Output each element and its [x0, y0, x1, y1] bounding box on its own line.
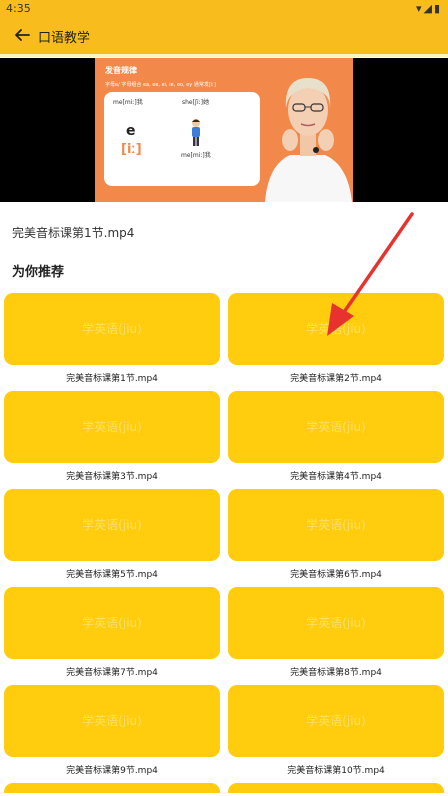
tile-caption[interactable]: 完美音标课第10节.mp4 [228, 763, 444, 776]
teacher-figure [265, 78, 352, 202]
current-file-name: 完美音标课第1节.mp4 [12, 226, 135, 240]
video-tile[interactable] [4, 783, 220, 793]
tile-caption[interactable]: 完美音标课第5节.mp4 [4, 567, 220, 580]
video-tile[interactable]: 学英语(jiu) [4, 489, 220, 561]
signal-icon: ◢ [423, 2, 434, 15]
slide-letter: e [126, 123, 136, 139]
video-tile[interactable]: 学英语(jiu) [228, 391, 444, 463]
slide-word-she: she[ʃiː]她 [182, 99, 210, 106]
tile-watermark: 学英语(jiu) [306, 518, 366, 532]
tile-caption[interactable]: 完美音标课第8节.mp4 [228, 665, 444, 678]
slide-card: me[miː]我 she[ʃiː]她 e [iː] me[miː]我 [104, 92, 260, 186]
tile-caption[interactable]: 完美音标课第2节.mp4 [228, 371, 444, 384]
slide-word-me: me[miː]我 [113, 99, 143, 106]
tile-watermark: 学英语(jiu) [82, 518, 142, 532]
video-player[interactable]: 发音规律 字母e/ 字母组合 ea, ee, ei, ie, eo, ey 通常… [0, 58, 448, 202]
tile-watermark: 学英语(jiu) [306, 322, 366, 336]
slide-subtitle: 字母e/ 字母组合 ea, ee, ei, ie, eo, ey 通常发[iː] [105, 82, 216, 88]
back-arrow-icon[interactable] [12, 25, 32, 45]
video-tile[interactable]: 学英语(jiu) [4, 587, 220, 659]
status-icons: ▾◢▮ [416, 2, 442, 15]
tile-watermark: 学英语(jiu) [306, 616, 366, 630]
video-tile[interactable]: 学英语(jiu) [228, 685, 444, 757]
video-tile[interactable]: 学英语(jiu) [4, 685, 220, 757]
tile-caption[interactable]: 完美音标课第3节.mp4 [4, 469, 220, 482]
tile-caption[interactable]: 完美音标课第1节.mp4 [4, 371, 220, 384]
page-title: 口语教学 [38, 31, 91, 46]
recommend-title: 为你推荐 [12, 265, 65, 280]
status-bar: 4:35 ▾◢▮ [0, 0, 448, 18]
tile-watermark: 学英语(jiu) [82, 322, 142, 336]
video-slide: 发音规律 字母e/ 字母组合 ea, ee, ei, ie, eo, ey 通常… [95, 58, 353, 202]
slide-ipa: [iː] [121, 142, 142, 157]
tile-caption[interactable]: 完美音标课第4节.mp4 [228, 469, 444, 482]
tile-caption[interactable]: 完美音标课第7节.mp4 [4, 665, 220, 678]
video-tile[interactable]: 学英语(jiu) [4, 391, 220, 463]
boy-figure-icon [192, 119, 200, 146]
tile-caption[interactable]: 完美音标课第9节.mp4 [4, 763, 220, 776]
video-tile[interactable]: 学英语(jiu) [4, 293, 220, 365]
tile-watermark: 学英语(jiu) [82, 420, 142, 434]
tile-watermark: 学英语(jiu) [82, 714, 142, 728]
video-tile[interactable]: 学英语(jiu) [228, 587, 444, 659]
slide-heading: 发音规律 [105, 66, 137, 75]
tile-watermark: 学英语(jiu) [306, 714, 366, 728]
tile-watermark: 学英语(jiu) [82, 616, 142, 630]
status-time: 4:35 [6, 2, 31, 15]
video-tile[interactable]: 学英语(jiu) [228, 293, 444, 365]
video-tile[interactable] [228, 783, 444, 793]
slide-word-me-2: me[miː]我 [181, 152, 211, 159]
video-tile[interactable]: 学英语(jiu) [228, 489, 444, 561]
tile-watermark: 学英语(jiu) [306, 420, 366, 434]
app-bar: 口语教学 [0, 18, 448, 57]
battery-icon: ▮ [433, 2, 442, 15]
tile-caption[interactable]: 完美音标课第6节.mp4 [228, 567, 444, 580]
